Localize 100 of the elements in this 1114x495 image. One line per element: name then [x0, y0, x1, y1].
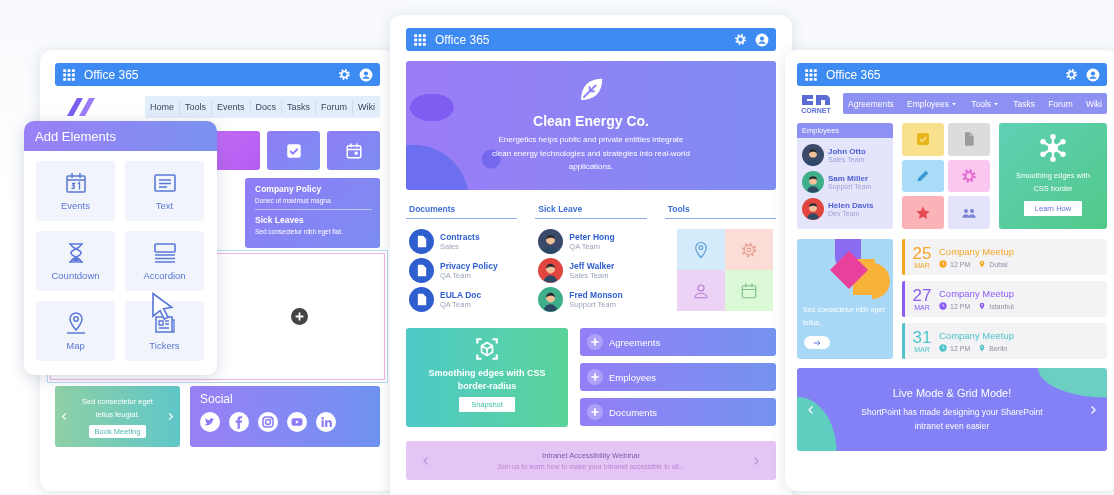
user-icon[interactable]: [1086, 67, 1100, 82]
app-tile[interactable]: [902, 159, 944, 193]
settings-icon: [740, 240, 758, 259]
event-day: 31: [912, 329, 932, 346]
event-title: Company Meetup: [939, 288, 1015, 299]
add-icon[interactable]: [291, 308, 308, 325]
app-tile[interactable]: [948, 123, 990, 156]
accordion-icon: [152, 241, 177, 265]
location-icon: [978, 302, 987, 310]
app-launcher-icon[interactable]: [62, 67, 76, 82]
nav-item[interactable]: Forum: [1048, 98, 1073, 109]
person-avatar: [538, 229, 564, 254]
person-avatar: [538, 258, 564, 283]
person-avatar: [802, 144, 824, 166]
app-launcher-icon[interactable]: [804, 67, 818, 82]
app-tile[interactable]: [902, 123, 944, 156]
logo-icon: [800, 93, 832, 107]
person-name[interactable]: Jeff Walker: [569, 261, 615, 271]
nav-tab[interactable]: Home: [145, 100, 180, 114]
calendar-icon: [740, 281, 758, 300]
plus-icon: [587, 369, 603, 385]
section-title: Sick Leave: [535, 204, 647, 219]
settings-icon[interactable]: [734, 33, 747, 46]
app-title: Office 365: [435, 32, 490, 47]
hero-title: Clean Energy Co.: [533, 113, 649, 129]
nav-tab[interactable]: Forum: [316, 100, 354, 114]
youtube-icon[interactable]: [287, 412, 307, 432]
hero-text: Energetics helps public and private entities integrate clean energy technologies and strategies into real-world applications.: [491, 134, 691, 173]
person-avatar: [538, 287, 564, 312]
linkedin-icon[interactable]: [316, 412, 336, 432]
checkbox-icon: [284, 141, 303, 160]
app-launcher-icon[interactable]: [413, 32, 427, 47]
element-option[interactable]: Accordion: [125, 231, 204, 291]
section-title: Tools: [664, 204, 776, 219]
clock-icon: [939, 260, 947, 268]
link-button[interactable]: Documents: [580, 398, 776, 426]
cube-icon: [474, 336, 500, 362]
location-icon: [978, 344, 987, 352]
document-title[interactable]: Contracts: [440, 232, 480, 242]
event-title: Company Meetup: [939, 330, 1014, 341]
link-button[interactable]: Employees: [580, 363, 776, 391]
nav-tab[interactable]: Events: [212, 100, 251, 114]
person-avatar: [802, 198, 824, 220]
person-name[interactable]: Sam Miller: [828, 174, 872, 183]
tool-tile[interactable]: [725, 270, 773, 311]
link-button[interactable]: Agreements: [580, 328, 776, 356]
tool-tile[interactable]: [677, 270, 725, 311]
network-icon: [1038, 133, 1068, 163]
element-option[interactable]: Map: [36, 301, 115, 361]
nav-item[interactable]: Agreements: [848, 98, 894, 109]
twitter-icon[interactable]: [200, 412, 220, 432]
person-name[interactable]: Peter Hong: [569, 232, 615, 242]
nav-tab[interactable]: Tasks: [282, 100, 317, 114]
user-icon[interactable]: [359, 67, 373, 82]
section-title: Documents: [406, 204, 518, 219]
element-option[interactable]: Tickers: [125, 301, 204, 361]
event-day: 27: [912, 287, 932, 304]
app-title: Office 365: [84, 67, 139, 82]
tool-tile[interactable]: [725, 229, 773, 270]
app-tile[interactable]: [948, 196, 990, 229]
person-name[interactable]: Fred Monson: [569, 290, 623, 300]
nav-item[interactable]: Employees: [907, 98, 959, 109]
person-name[interactable]: John Otto: [828, 147, 866, 156]
facebook-icon[interactable]: [229, 412, 249, 432]
event-title: Company Meetup: [939, 246, 1014, 257]
nav-tab[interactable]: Wiki: [353, 100, 381, 114]
instagram-icon[interactable]: [258, 412, 278, 432]
nav-tab[interactable]: Tools: [180, 100, 213, 114]
nav-tab[interactable]: Docs: [250, 100, 283, 114]
event-day: 25: [912, 245, 932, 262]
element-option[interactable]: Events: [36, 161, 115, 221]
nav-item[interactable]: Tools: [971, 98, 1001, 109]
nav-item[interactable]: Wiki: [1085, 98, 1102, 109]
app-tile[interactable]: [948, 159, 990, 193]
document-title[interactable]: EULA Doc: [440, 290, 482, 300]
person-name[interactable]: Helen Davis: [828, 201, 874, 210]
plus-icon: [587, 404, 603, 420]
tool-tile[interactable]: [677, 229, 725, 270]
clock-icon: [939, 344, 947, 352]
promo-text: Smoothing edges with CSS border-radius: [427, 367, 547, 393]
user-icon[interactable]: [755, 32, 769, 47]
app-tile[interactable]: [902, 196, 944, 229]
nav-item[interactable]: Tasks: [1013, 98, 1035, 109]
map-pin-icon: [692, 240, 710, 259]
settings-icon[interactable]: [1065, 68, 1078, 81]
task-tile[interactable]: [267, 131, 320, 170]
social-title: Social: [200, 392, 234, 406]
calendar-icon: [63, 171, 88, 195]
arrow-button[interactable]: [804, 336, 830, 349]
calendar-tile[interactable]: [327, 131, 380, 170]
element-option[interactable]: Countdown: [36, 231, 115, 291]
settings-icon[interactable]: [338, 68, 351, 81]
text-box-icon: [152, 171, 177, 195]
arrow-right-icon: [812, 337, 822, 348]
element-option[interactable]: Text: [125, 161, 204, 221]
banner-text: ShortPoint has made designing your SharePoint intranet even easier: [860, 405, 1044, 433]
notice-title[interactable]: Sick Leaves: [255, 215, 372, 225]
checkbox-icon: [915, 131, 931, 148]
document-title[interactable]: Privacy Policy: [440, 261, 498, 271]
notice-title[interactable]: Company Policy: [255, 184, 372, 194]
